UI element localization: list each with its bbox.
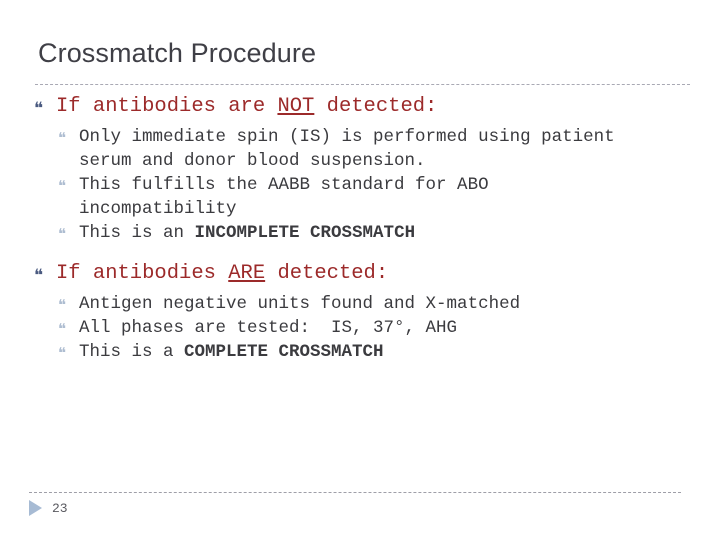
heading-part: If antibodies [56, 262, 229, 285]
list-item-part: Antigen negative units found and X-match… [79, 294, 521, 314]
slide-body: ❝ If antibodies are NOT detected: ❝ Only im… [34, 92, 694, 364]
slide-footer: 23 [29, 500, 68, 516]
bullet-level2-icon: ❝ [58, 131, 67, 147]
list-item: ❝ This is a COMPLETE CROSSMATCH [58, 340, 694, 364]
list-item-emphasis: INCOMPLETE CROSSMATCH [194, 223, 416, 243]
list-item: ❝ This fulfills the AABB standard for ABO… [58, 173, 694, 221]
heading-part: detected: [314, 95, 438, 118]
page-number: 23 [52, 500, 68, 516]
list-item-text: All phases are tested: IS, 37°, AHG [79, 316, 457, 340]
list-item-part: Only immediate spin (IS) is performed us… [79, 127, 626, 171]
list-item-text: Only immediate spin (IS) is performed us… [79, 125, 639, 173]
outline-heading-text: If antibodies ARE detected: [56, 259, 388, 288]
bullet-level2-icon: ❝ [58, 346, 67, 362]
outline-sublist: ❝ Only immediate spin (IS) is performed u… [58, 125, 694, 245]
outline-heading-2: ❝ If antibodies ARE detected: [34, 259, 694, 288]
heading-emphasis: ARE [228, 262, 266, 285]
heading-part: detected: [265, 262, 389, 285]
bullet-level1-icon: ❝ [34, 99, 44, 118]
list-item-text: This fulfills the AABB standard for ABO … [79, 173, 639, 221]
list-item-emphasis: COMPLETE CROSSMATCH [184, 342, 384, 362]
play-triangle-icon [29, 500, 42, 516]
bullet-level2-icon: ❝ [58, 298, 67, 314]
title-divider [35, 84, 690, 85]
bullet-level2-icon: ❝ [58, 179, 67, 195]
page-title: Crossmatch Procedure [38, 38, 317, 68]
list-item-part: This is a [79, 342, 185, 362]
heading-emphasis: NOT [277, 95, 315, 118]
list-item: ❝ Only immediate spin (IS) is performed u… [58, 125, 694, 173]
list-item: ❝ All phases are tested: IS, 37°, AHG [58, 316, 694, 340]
list-item-part: All phases are tested: IS, 37°, AHG [79, 318, 458, 338]
list-item-text: This is an INCOMPLETE CROSSMATCH [79, 221, 415, 245]
footer-divider [29, 492, 681, 493]
list-item-text: This is a COMPLETE CROSSMATCH [79, 340, 384, 364]
bullet-level2-icon: ❝ [58, 322, 67, 338]
outline-heading-1: ❝ If antibodies are NOT detected: [34, 92, 694, 121]
heading-part: If antibodies are [56, 95, 278, 118]
bullet-level1-icon: ❝ [34, 266, 44, 285]
list-item: ❝ This is an INCOMPLETE CROSSMATCH [58, 221, 694, 245]
list-item-part: This is an [79, 223, 195, 243]
bullet-level2-icon: ❝ [58, 227, 67, 243]
list-item-part: This fulfills the AABB standard for ABO … [79, 175, 500, 219]
list-item: ❝ Antigen negative units found and X-matc… [58, 292, 694, 316]
slide-canvas: Crossmatch Procedure ❝ If antibodies are … [0, 0, 720, 540]
outline-sublist: ❝ Antigen negative units found and X-matc… [58, 292, 694, 364]
outline-heading-text: If antibodies are NOT detected: [56, 92, 437, 121]
list-item-text: Antigen negative units found and X-match… [79, 292, 520, 316]
